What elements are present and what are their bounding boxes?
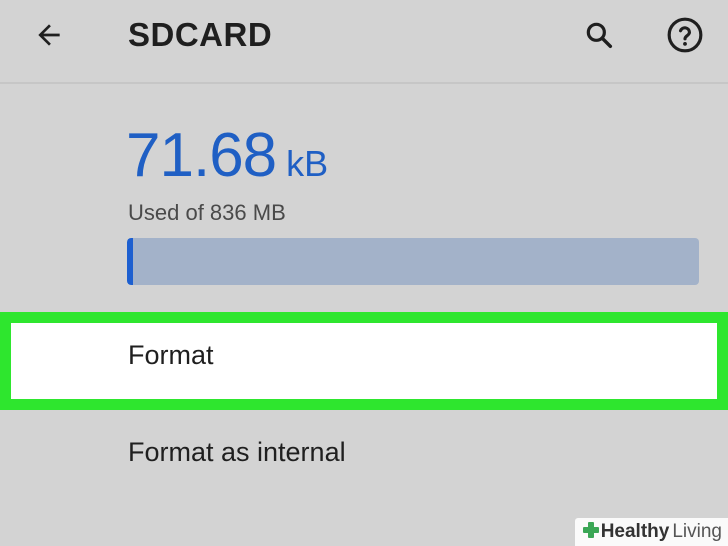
used-unit: kB [286,143,329,184]
menu-item-format-as-internal[interactable]: Format as internal [0,416,728,492]
watermark-logo: Healthy Living [574,518,728,546]
storage-progress-fill [127,238,134,285]
plus-cross-icon [581,520,601,545]
help-button[interactable] [662,14,708,60]
app-bar: SDCARD [0,0,728,84]
watermark-text-regular: Living [672,521,722,542]
menu-item-format[interactable]: Format [0,312,728,410]
storage-progress-bar [127,238,699,285]
storage-caption: Used of 836 MB [128,200,286,225]
menu-item-label: Format [128,340,214,370]
search-icon [583,19,615,56]
arrow-back-icon [33,19,65,56]
storage-used-amount: 71.68 kB [126,120,328,191]
used-value: 71.68 [126,121,277,190]
help-circle-icon [666,16,704,59]
page-title: SDCARD [128,16,273,53]
back-button[interactable] [26,14,72,60]
storage-settings-screen: SDCARD 71.68 kB Used of 836 MB Format Fo… [0,0,728,546]
watermark-text-bold: Healthy [600,521,670,542]
menu-item-label: Format as internal [128,437,346,467]
search-button[interactable] [576,14,622,60]
